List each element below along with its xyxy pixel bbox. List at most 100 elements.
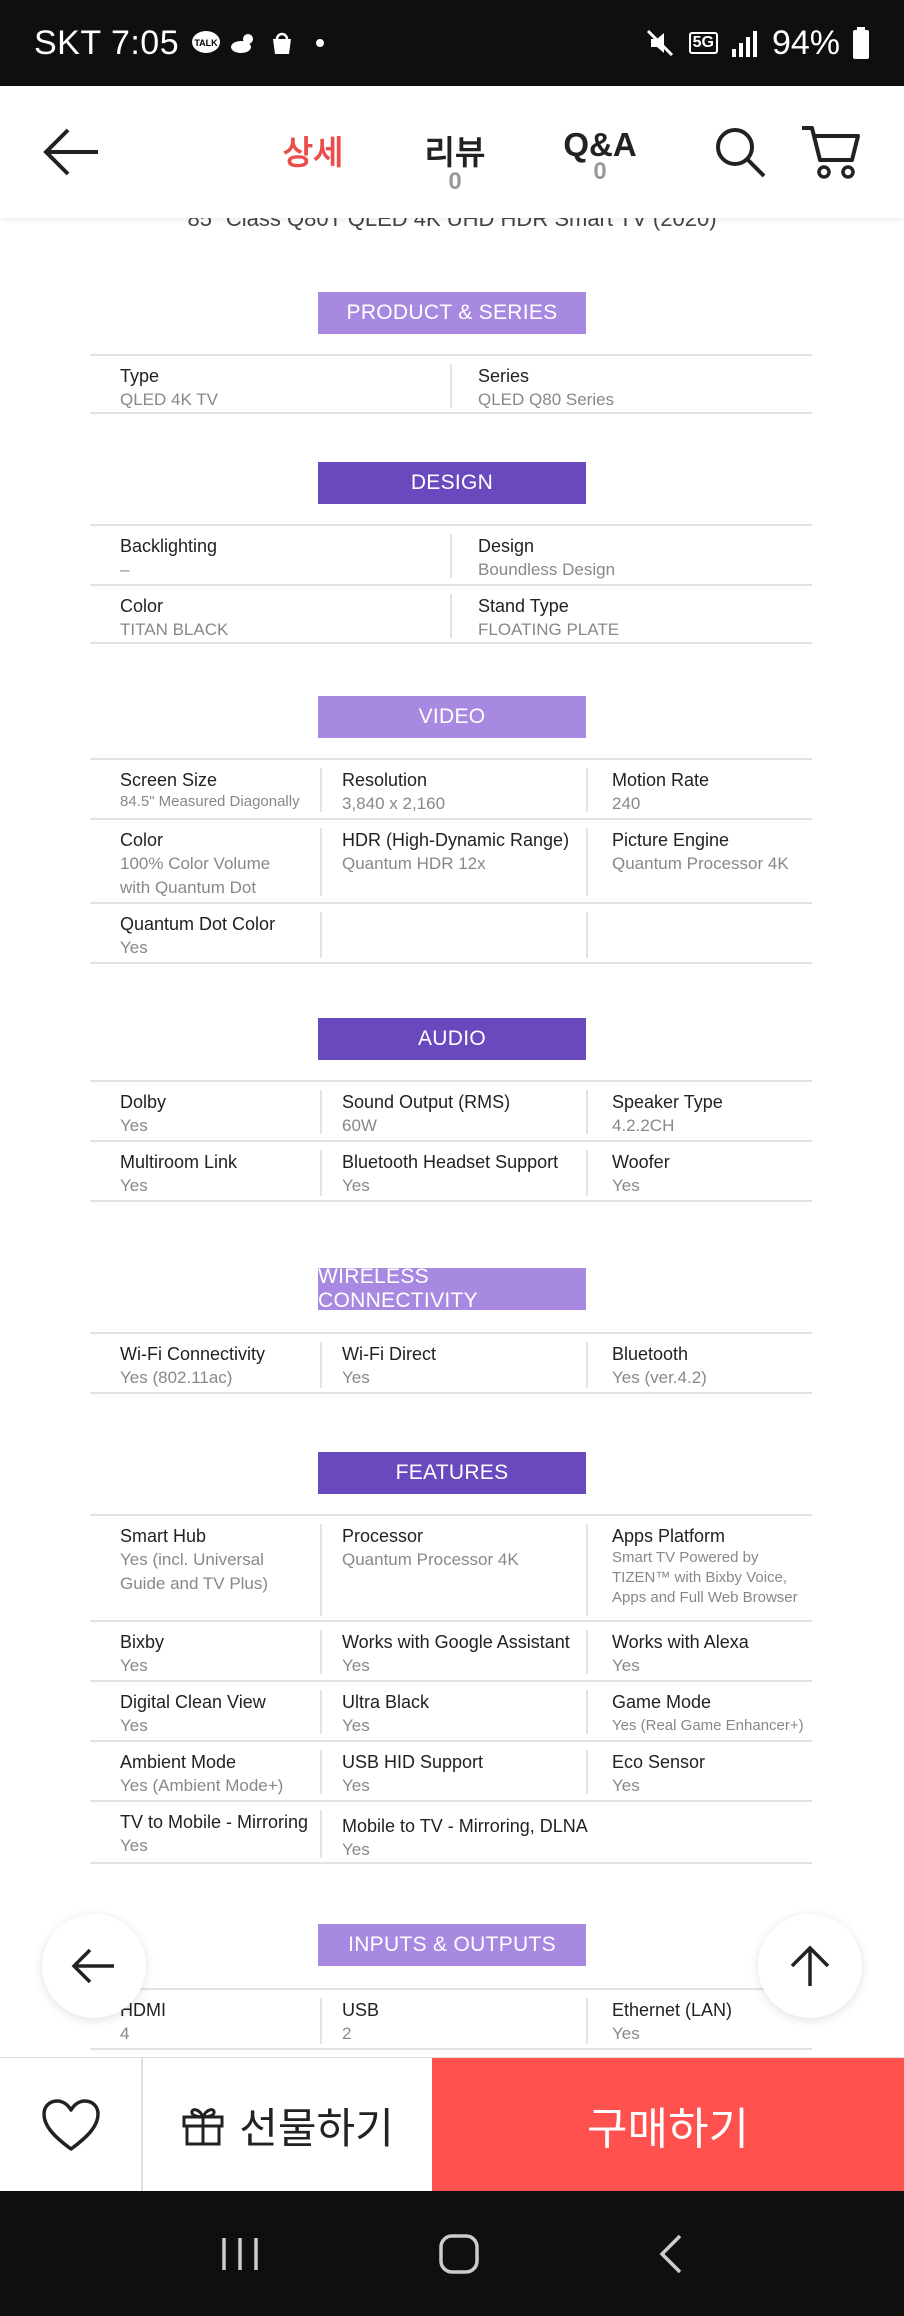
divider [586,912,588,958]
table-row: Ambient Mode Yes (Ambient Mode+) USB HID … [90,1740,812,1800]
buy-button[interactable]: 구매하기 [432,2058,904,2192]
back-arrow-icon[interactable] [40,122,104,182]
table-row: Smart Hub Yes (incl. Universal Guide and T… [90,1514,812,1620]
spec-cell: Resolution 3,840 x 2,160 [342,770,446,813]
search-icon[interactable] [712,124,768,180]
table-row: Wi-Fi Connectivity Yes (802.11ac) Wi-Fi D… [90,1332,812,1394]
tab-review-label: 리뷰 [424,134,486,171]
divider [586,1998,588,2044]
divider [320,1090,322,1134]
spec-cell: Game Mode Yes (Real Game Enhancer+) [612,1692,804,1734]
system-back-icon[interactable] [656,2232,686,2276]
divider [320,828,322,896]
spec-cell: Digital Clean View Yes [120,1692,266,1735]
table-row: Color 100% Color Volume with Quantum Dot H… [90,818,812,902]
divider [320,1150,322,1196]
spec-cell: Motion Rate 240 [612,770,710,813]
spec-cell: Wi-Fi Direct Yes [342,1344,436,1387]
gift-label: 선물하기 [239,2104,394,2152]
spec-cell: Sound Output (RMS) 60W [342,1092,511,1135]
gift-button[interactable]: 선물하기 [143,2058,432,2192]
spec-cell: Bluetooth Yes (ver.4.2) [612,1344,707,1387]
spec-cell: Ambient Mode Yes (Ambient Mode+) [120,1752,284,1795]
carrier-time: SKT 7:05 [34,23,180,62]
table-row: Type QLED 4K TV Series QLED Q80 Series [90,354,812,414]
spec-cell: Design Boundless Design [478,536,616,579]
signal-icon [731,31,757,57]
spec-cell: Works with Alexa Yes [612,1632,749,1675]
spec-cell: Bluetooth Headset Support Yes [342,1152,559,1195]
tab-qna[interactable]: Q&A 0 [560,126,640,185]
heart-icon [41,2099,100,2151]
divider [320,1810,322,1858]
divider [586,768,588,812]
spec-cell: Speaker Type 4.2.2CH [612,1092,723,1135]
divider [586,1750,588,1794]
table-row: Screen Size 84.5" Measured Diagonally Res… [90,758,812,818]
buy-label: 구매하기 [587,2105,749,2154]
spec-cell: Screen Size 84.5" Measured Diagonally [120,770,300,810]
spec-cell: TV to Mobile - Mirroring Yes [120,1812,309,1855]
table-row: Bixby Yes Works with Google Assistant Yes … [90,1620,812,1680]
section-io-header: INPUTS & OUTPUTS [318,1924,586,1966]
system-nav-bar [0,2191,904,2316]
section-design-header: DESIGN [318,462,586,504]
spec-cell: Ultra Black Yes [342,1692,430,1735]
divider [586,1630,588,1674]
spec-cell: Smart Hub Yes (incl. Universal Guide and T… [120,1526,269,1593]
table-row: Backlighting – Design Boundless Design [90,524,812,584]
cart-icon[interactable] [800,122,864,182]
spec-cell: Apps Platform Smart TV Powered by TIZEN™ w… [612,1526,798,1606]
tab-review[interactable]: 리뷰 0 [420,126,490,194]
table-row: Dolby Yes Sound Output (RMS) 60W Speaker T… [90,1080,812,1140]
spec-cell: Works with Google Assistant Yes [342,1632,570,1675]
spec-cell: Multiroom Link Yes [120,1152,238,1195]
spec-cell: Type QLED 4K TV [120,366,218,409]
divider [450,364,452,408]
back-arrow-icon [71,1948,114,1984]
tab-qna-count: 0 [593,158,607,185]
recent-apps-icon[interactable] [218,2234,262,2274]
scroll-top-button[interactable] [758,1914,862,2018]
tab-detail[interactable]: 상세 [278,126,348,174]
section-wireless-header: WIRELESS CONNECTIVITY [318,1265,586,1312]
spec-cell: Quantum Dot Color Yes [120,914,276,957]
battery-icon [853,27,869,59]
table-row: Color TITAN BLACK Stand Type FLOATING PLAT… [90,584,812,644]
battery-percent: 94% [771,23,840,62]
table-row: Quantum Dot Color Yes [90,902,812,964]
spec-cell: Picture Engine Quantum Processor 4K [612,830,789,873]
network-badge: 5G [688,32,718,54]
mute-icon [646,29,673,57]
spec-cell: Bixby Yes [120,1632,165,1675]
divider [450,594,452,638]
divider [320,1630,322,1674]
spec-cell: Processor Quantum Processor 4K [342,1526,519,1569]
divider [320,1690,322,1734]
section-video-header: VIDEO [318,696,586,738]
app-bar: 상세 리뷰 0 Q&A 0 [0,86,904,218]
floating-back-button[interactable] [42,1914,146,2018]
spec-cell: Dolby Yes [120,1092,167,1135]
divider [320,768,322,812]
svg-text:TALK: TALK [194,38,218,48]
arrow-up-icon [790,1945,830,1986]
spec-cell: Stand Type FLOATING PLATE [478,596,620,639]
divider [320,1750,322,1794]
spec-cell: Backlighting – [120,536,218,579]
divider [586,1150,588,1196]
divider [586,1342,588,1388]
home-icon[interactable] [437,2232,481,2276]
spec-cell: Eco Sensor Yes [612,1752,706,1795]
spec-cell: Ethernet (LAN) Yes [612,2000,733,2043]
spec-cell: Wi-Fi Connectivity Yes (802.11ac) [120,1344,266,1387]
divider [320,1342,322,1388]
weather-icon [231,34,254,53]
wishlist-button[interactable] [0,2058,143,2192]
section-features-header: FEATURES [318,1452,586,1494]
section-product-header: PRODUCT & SERIES [318,292,586,334]
divider [586,1090,588,1134]
spec-cell: USB 2 [342,2000,380,2043]
divider [586,828,588,896]
divider [586,1690,588,1734]
